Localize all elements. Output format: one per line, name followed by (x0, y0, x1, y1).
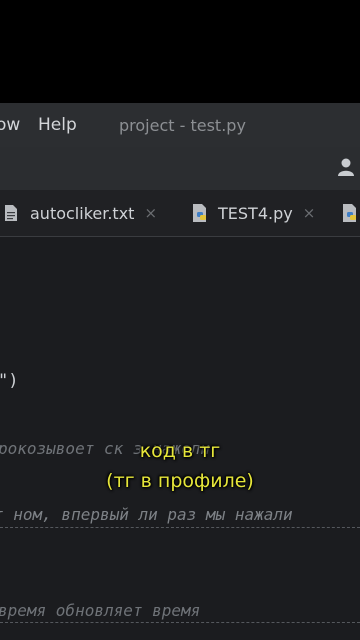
text-file-icon (5, 205, 17, 221)
divider (0, 527, 360, 528)
tab-python-file[interactable] (340, 190, 360, 236)
menu-bar: ow Help project - test.py (0, 103, 360, 147)
subtitle-line: (тг в профиле) (106, 470, 254, 492)
divider (0, 622, 360, 623)
user-icon[interactable] (336, 157, 356, 177)
tab-autocliker[interactable]: autocliker.txt × (4, 190, 157, 236)
close-icon[interactable]: × (303, 204, 316, 222)
subtitle-line: код в тг (139, 440, 221, 462)
code-line: ") (0, 371, 19, 391)
menu-help[interactable]: Help (38, 115, 77, 135)
code-comment: т ном, впервый ли раз мы нажали (0, 505, 293, 524)
tab-label: autocliker.txt (30, 203, 135, 223)
code-comment: время обновляет время (0, 601, 201, 620)
tab-label: TEST4.py (218, 203, 293, 223)
menu-window[interactable]: ow (0, 115, 20, 135)
letterbox-top (0, 0, 360, 103)
toolbar (0, 147, 360, 190)
window-title: project - test.py (119, 116, 246, 135)
video-frame: ow Help project - test.py autocliker.txt… (0, 0, 360, 640)
code-editor[interactable]: ") рокозывоет ск з нажоли т ном, впервый… (0, 237, 360, 640)
python-file-icon (193, 204, 206, 222)
close-icon[interactable]: × (144, 204, 157, 222)
tab-test4[interactable]: TEST4.py × (190, 190, 315, 236)
editor-tabs: autocliker.txt × TEST4.py × (0, 190, 360, 237)
python-file-icon (343, 204, 356, 222)
